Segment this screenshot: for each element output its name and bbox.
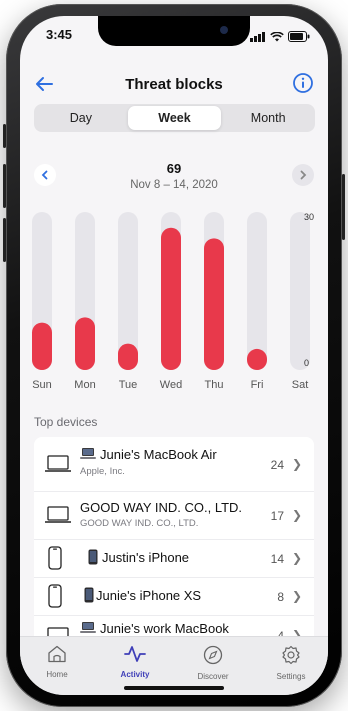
device-vendor: Apple, Inc. bbox=[80, 466, 125, 477]
device-count: 24 bbox=[270, 458, 284, 472]
bar-thu[interactable] bbox=[204, 238, 224, 370]
period-segmented-control: Day Week Month bbox=[34, 104, 315, 132]
silent-switch bbox=[3, 124, 6, 148]
volume-up-button bbox=[3, 164, 6, 208]
x-tick-label: Wed bbox=[160, 379, 182, 391]
info-icon[interactable] bbox=[292, 72, 314, 94]
device-row[interactable]: Junie's MacBook Air Apple, Inc. 24 ❯ bbox=[34, 437, 314, 492]
status-icons bbox=[250, 31, 310, 42]
activity-icon bbox=[124, 646, 146, 662]
home-indicator bbox=[124, 686, 224, 690]
device-name: Justin's iPhone bbox=[102, 550, 190, 565]
chevron-right-icon: ❯ bbox=[291, 589, 302, 603]
x-tick-label: Mon bbox=[74, 379, 95, 391]
x-tick-label: Sat bbox=[292, 379, 309, 391]
signal-icon bbox=[250, 31, 265, 42]
bar-fri[interactable] bbox=[247, 348, 267, 370]
header: Threat blocks bbox=[20, 72, 328, 102]
bar-track bbox=[247, 212, 267, 370]
chevron-right-icon bbox=[300, 170, 307, 180]
laptop-icon bbox=[45, 455, 71, 472]
power-button bbox=[342, 174, 345, 240]
laptop-emoji-icon bbox=[80, 622, 96, 633]
chevron-right-icon: ❯ bbox=[291, 457, 302, 471]
screen: 3:45 Threat blocks Day Week Month 69 Nov… bbox=[20, 16, 328, 695]
segment-day[interactable]: Day bbox=[34, 104, 128, 132]
phone-frame: 3:45 Threat blocks Day Week Month 69 Nov… bbox=[3, 4, 345, 707]
home-icon bbox=[48, 645, 66, 663]
tab-activity[interactable]: Activity bbox=[100, 645, 170, 679]
tab-discover[interactable]: Discover bbox=[178, 645, 248, 681]
x-tick-label: Fri bbox=[251, 379, 264, 391]
device-vendor: GOOD WAY IND. CO., LTD. bbox=[80, 518, 199, 529]
y-tick-label: 0 bbox=[304, 358, 309, 368]
device-name: Junie's MacBook Air bbox=[100, 447, 217, 462]
top-devices-list: Junie's MacBook Air Apple, Inc. 24 ❯ GOO… bbox=[34, 437, 314, 637]
segment-week[interactable]: Week bbox=[127, 106, 222, 130]
device-name: Junie's work MacBook bbox=[100, 621, 229, 636]
bar-mon[interactable] bbox=[75, 317, 95, 370]
laptop-icon bbox=[45, 506, 71, 523]
y-tick-label: 30 bbox=[304, 212, 314, 222]
threat-blocks-chart: Sun Mon Tue Wed Thu Fri Sat 30 0 bbox=[32, 212, 314, 391]
settings-icon bbox=[282, 645, 300, 665]
x-tick-label: Sun bbox=[32, 379, 52, 391]
tab-label: Activity bbox=[120, 670, 150, 679]
bar-wed[interactable] bbox=[161, 227, 181, 370]
device-row[interactable]: GOOD WAY IND. CO., LTD. GOOD WAY IND. CO… bbox=[34, 491, 314, 540]
tab-label: Home bbox=[46, 670, 68, 679]
camera bbox=[220, 26, 228, 34]
top-devices-label: Top devices bbox=[34, 415, 98, 429]
tab-settings[interactable]: Settings bbox=[256, 645, 326, 681]
volume-down-button bbox=[3, 218, 6, 262]
x-tick-label: Tue bbox=[119, 379, 138, 391]
next-week-button[interactable] bbox=[292, 164, 314, 186]
tab-label: Settings bbox=[276, 672, 306, 681]
bar-tue[interactable] bbox=[118, 343, 138, 370]
page-title: Threat blocks bbox=[125, 76, 223, 93]
x-tick-label: Thu bbox=[205, 379, 224, 391]
battery-icon bbox=[288, 31, 310, 42]
device-row[interactable]: Junie's iPhone XS 8 ❯ bbox=[34, 577, 314, 616]
device-count: 8 bbox=[277, 590, 284, 604]
phone-icon bbox=[48, 584, 62, 608]
discover-icon bbox=[203, 645, 223, 665]
wifi-icon bbox=[270, 31, 284, 41]
phone-emoji-icon bbox=[84, 587, 94, 603]
total-count: 69 bbox=[166, 161, 182, 176]
status-time: 3:45 bbox=[46, 27, 73, 42]
device-row[interactable]: Justin's iPhone 14 ❯ bbox=[34, 539, 314, 578]
device-count: 14 bbox=[270, 552, 284, 566]
phone-emoji-icon bbox=[88, 549, 98, 565]
date-range: Nov 8 – 14, 2020 bbox=[130, 179, 218, 191]
laptop-emoji-icon bbox=[80, 448, 96, 459]
device-row[interactable]: Junie's work MacBook 4 ❯ bbox=[34, 615, 314, 637]
device-name: Junie's iPhone XS bbox=[96, 588, 202, 603]
tab-bar: Home Activity Discover Settings bbox=[20, 636, 328, 695]
segment-month[interactable]: Month bbox=[221, 104, 315, 132]
device-count: 17 bbox=[270, 509, 284, 523]
notch bbox=[98, 16, 250, 46]
bar-sun[interactable] bbox=[32, 322, 52, 370]
tab-label: Discover bbox=[197, 672, 229, 681]
tab-home[interactable]: Home bbox=[22, 645, 92, 679]
chevron-right-icon: ❯ bbox=[291, 551, 302, 565]
bar-track bbox=[290, 212, 310, 370]
device-name: GOOD WAY IND. CO., LTD. bbox=[80, 500, 243, 515]
chevron-right-icon: ❯ bbox=[291, 508, 302, 522]
phone-icon bbox=[48, 546, 62, 570]
